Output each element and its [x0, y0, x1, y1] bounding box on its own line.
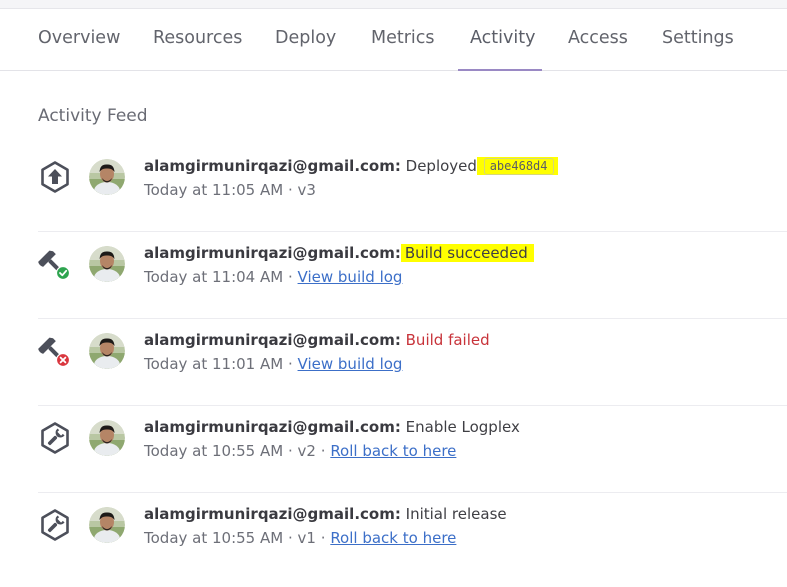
activity-summary: alamgirmunirqazi@gmail.com: Deployed abe… — [144, 157, 559, 175]
activity-meta: Today at 10:55 AM · v1 · Roll back to he… — [144, 529, 456, 547]
active-tab-indicator — [458, 69, 542, 71]
release-version: v1 — [297, 529, 316, 547]
activity-meta: Today at 11:01 AM · View build log — [144, 355, 402, 373]
meta-separator: · — [320, 442, 326, 460]
deploy-upload-icon — [41, 161, 69, 193]
commit-badge[interactable]: abe468d4 — [483, 158, 554, 175]
roll-back-link[interactable]: Roll back to here — [330, 442, 456, 460]
tab-resources[interactable]: Resources — [153, 9, 242, 70]
activity-user: alamgirmunirqazi@gmail.com: — [144, 505, 401, 523]
wrench-icon — [41, 422, 69, 454]
meta-separator: · — [287, 442, 293, 460]
activity-item: alamgirmunirqazi@gmail.com: Deployed abe… — [0, 145, 787, 232]
activity-item: alamgirmunirqazi@gmail.com: Build failed… — [0, 319, 787, 406]
activity-meta: Today at 11:04 AM · View build log — [144, 268, 402, 286]
activity-user: alamgirmunirqazi@gmail.com: — [144, 418, 401, 436]
activity-time: Today at 11:04 AM — [144, 268, 284, 286]
activity-summary: alamgirmunirqazi@gmail.com: Initial rele… — [144, 505, 507, 523]
tab-deploy[interactable]: Deploy — [275, 9, 336, 70]
activity-item: alamgirmunirqazi@gmail.com: Build succeed… — [0, 232, 787, 319]
meta-separator: · — [287, 268, 293, 286]
meta-separator: · — [320, 529, 326, 547]
activity-summary: alamgirmunirqazi@gmail.com: Enable Logpl… — [144, 418, 520, 436]
activity-action: Enable Logplex — [405, 418, 520, 436]
build-failed-hammer-icon — [38, 337, 71, 368]
app-tab-bar: Overview Resources Deploy Metrics Activi… — [0, 9, 787, 71]
wrench-icon — [41, 509, 69, 541]
avatar — [89, 507, 125, 543]
build-status: Build succeeded — [400, 244, 534, 262]
build-status: Build failed — [405, 331, 490, 349]
roll-back-link[interactable]: Roll back to here — [330, 529, 456, 547]
avatar — [89, 420, 125, 456]
meta-separator: · — [287, 529, 293, 547]
activity-action: Initial release — [405, 505, 507, 523]
activity-feed-title: Activity Feed — [38, 106, 148, 126]
activity-time: Today at 11:05 AM — [144, 181, 284, 199]
view-build-log-link[interactable]: View build log — [298, 355, 403, 373]
avatar — [89, 159, 125, 195]
activity-action: Deployed — [405, 157, 477, 175]
activity-user: alamgirmunirqazi@gmail.com: — [144, 244, 401, 262]
activity-time: Today at 11:01 AM — [144, 355, 284, 373]
activity-user: alamgirmunirqazi@gmail.com: — [144, 331, 401, 349]
meta-separator: · — [287, 355, 293, 373]
view-build-log-link[interactable]: View build log — [298, 268, 403, 286]
release-version: v3 — [297, 181, 316, 199]
meta-separator: · — [287, 181, 293, 199]
activity-time: Today at 10:55 AM — [144, 442, 284, 460]
activity-summary: alamgirmunirqazi@gmail.com: Build failed — [144, 331, 490, 349]
activity-item: alamgirmunirqazi@gmail.com: Enable Logpl… — [0, 406, 787, 493]
top-border — [0, 0, 787, 9]
tab-overview[interactable]: Overview — [38, 9, 120, 70]
avatar — [89, 246, 125, 282]
tab-metrics[interactable]: Metrics — [371, 9, 435, 70]
tab-access[interactable]: Access — [568, 9, 628, 70]
activity-user: alamgirmunirqazi@gmail.com: — [144, 157, 401, 175]
build-success-hammer-icon — [38, 250, 71, 281]
activity-time: Today at 10:55 AM — [144, 529, 284, 547]
activity-meta: Today at 11:05 AM · v3 — [144, 181, 316, 199]
avatar — [89, 333, 125, 369]
tab-activity[interactable]: Activity — [470, 9, 535, 70]
activity-summary: alamgirmunirqazi@gmail.com: Build succeed… — [144, 244, 534, 262]
activity-meta: Today at 10:55 AM · v2 · Roll back to he… — [144, 442, 456, 460]
release-version: v2 — [297, 442, 316, 460]
activity-item: alamgirmunirqazi@gmail.com: Initial rele… — [0, 493, 787, 580]
tab-settings[interactable]: Settings — [662, 9, 734, 70]
